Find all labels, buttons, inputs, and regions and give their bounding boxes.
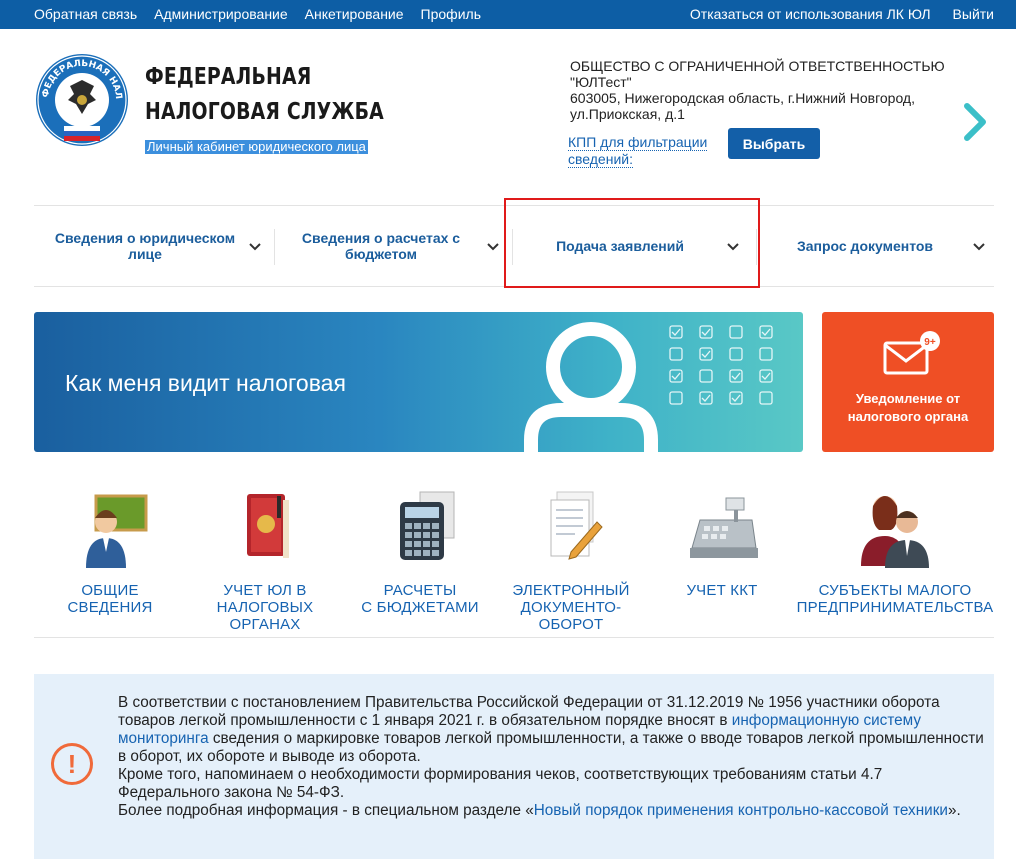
checkmark-graphic [701,350,711,358]
checkbox-graphic [729,347,743,361]
checkbox-graphic [699,325,713,339]
profile-link[interactable]: Профиль [421,6,481,22]
info-paragraph: Более подробная информация - в специальн… [118,802,986,820]
chevron-down-icon [973,243,985,251]
brand-title: ФЕДЕРАЛЬНАЯ НАЛОГОВАЯ СЛУЖБА [145,60,384,130]
fns-emblem-logo[interactable]: ФЕДЕРАЛЬНАЯ НАЛОГОВАЯ СЛУЖБА [34,52,130,148]
tax-notification-tile[interactable]: 9+ Уведомление от налогового органа [822,312,994,452]
nav-item-label: Сведения о юридическом лице [54,230,236,262]
nav-item-budget-settlements[interactable]: Сведения о расчетах с бюджетом [278,207,508,285]
tax-view-banner[interactable]: Как меня видит налоговая [34,312,803,452]
tile-label: СУБЪЕКТЫ МАЛОГО ПРЕДПРИНИМАТЕЛЬСТВА [796,582,994,616]
exclamation-icon: ! [51,743,93,785]
opt-out-link[interactable]: Отказаться от использования ЛК ЮЛ [690,6,931,22]
survey-link[interactable]: Анкетирование [305,6,404,22]
checkbox-graphic [699,347,713,361]
checkmark-graphic [701,328,711,336]
banner-title: Как меня видит налоговая [65,370,346,396]
info-paragraph: Кроме того, напоминаем о необходимости ф… [118,766,883,801]
envelope-icon: 9+ [883,331,940,375]
tiles-divider [34,637,994,638]
document-pen-icon [550,491,603,560]
top-bar: Обратная связь Администрирование Анкетир… [0,0,1016,29]
checkbox-graphic [729,369,743,383]
tile-budget-settlements[interactable]: РАСЧЕТЫ С БЮДЖЕТАМИ [355,488,485,616]
tile-label: ЭЛЕКТРОННЫЙ ДОКУМЕНТО- ОБОРОТ [512,582,630,633]
chevron-down-icon [249,243,261,251]
checkbox-graphic [669,347,683,361]
administration-link[interactable]: Администрирование [154,6,288,22]
brand-line-1: ФЕДЕРАЛЬНАЯ [145,64,312,90]
kpp-filter-link[interactable]: КПП для фильтрации сведений: [568,134,718,168]
red-book-icon [247,494,289,558]
tile-general-info[interactable]: ОБЩИЕ СВЕДЕНИЯ [50,488,170,616]
logout-link[interactable]: Выйти [953,6,994,22]
checkbox-graphic [669,325,683,339]
tile-label: УЧЕТ ККТ [686,582,758,599]
brand-subtitle: Личный кабинет юридического лица [145,139,368,154]
checkmark-graphic [671,328,681,336]
nav-item-label: Запрос документов [796,238,934,254]
business-people-icon [861,496,929,568]
org-line: ул.Приокская, д.1 [570,106,685,122]
checkbox-graphic [759,347,773,361]
info-text-fragment: Более подробная информация - в специальн… [118,802,534,819]
checkbox-graphic [729,391,743,405]
checkbox-graphic [669,369,683,383]
checkbox-graphic [699,391,713,405]
chevron-right-icon[interactable] [960,102,990,142]
tile-label: УЧЕТ ЮЛ В НАЛОГОВЫХ ОРГАНАХ [216,582,314,633]
tile-label: ОБЩИЕ СВЕДЕНИЯ [67,582,153,616]
checkmark-graphic [731,394,741,402]
notification-badge: 9+ [924,337,936,348]
checkbox-graphic [759,369,773,383]
brand-line-2: НАЛОГОВАЯ СЛУЖБА [145,99,384,125]
tile-small-business[interactable]: СУБЪЕКТЫ МАЛОГО ПРЕДПРИНИМАТЕЛЬСТВА [792,488,998,616]
checkmark-graphic [731,372,741,380]
checkmark-graphic [761,328,771,336]
info-text-fragment: ». [947,802,961,819]
checkbox-graphic [759,391,773,405]
organization-info: ОБЩЕСТВО С ОГРАНИЧЕННОЙ ОТВЕТСТВЕННОСТЬЮ… [570,58,955,122]
notification-label: Уведомление от налогового органа [847,391,969,424]
tile-registration[interactable]: УЧЕТ ЮЛ В НАЛОГОВЫХ ОРГАНАХ [200,488,330,633]
org-line: ОБЩЕСТВО С ОГРАНИЧЕННОЙ ОТВЕТСТВЕННОСТЬЮ [570,58,945,74]
checkbox-graphic [669,391,683,405]
checkbox-graphic [759,325,773,339]
checkmark-graphic [701,394,711,402]
info-text: В соответствии с постановлением Правител… [118,694,986,820]
nav-item-label: Сведения о расчетах с бюджетом [301,230,461,262]
top-right-links: Отказаться от использования ЛК ЮЛ Выйти [690,6,994,22]
tile-kkt[interactable]: УЧЕТ ККТ [672,488,772,599]
info-paragraph: В соответствии с постановлением Правител… [118,694,986,766]
org-line: 603005, Нижегородская область, г.Нижний … [570,90,915,106]
teacher-icon [86,494,148,568]
calculator-icon [400,491,455,560]
checkbox-graphic [729,325,743,339]
checkmark-graphic [761,372,771,380]
highlight-frame [504,198,760,288]
nav-separator [274,229,275,265]
chevron-down-icon [487,243,499,251]
kpp-filter-label[interactable]: КПП для фильтрации сведений: [568,134,708,168]
nav-item-legal-entity-info[interactable]: Сведения о юридическом лице [34,207,270,285]
info-text-fragment: сведения о маркировке товаров легкой про… [118,730,984,765]
org-line: "ЮЛТест" [570,74,632,90]
cash-register-icon [690,497,758,558]
checkmark-graphic [671,372,681,380]
checkbox-graphic [699,369,713,383]
tile-label: РАСЧЕТЫ С БЮДЖЕТАМИ [361,582,479,616]
kkt-order-link[interactable]: Новый порядок применения контрольно-касс… [534,802,948,819]
top-links: Обратная связь Администрирование Анкетир… [34,6,481,22]
nav-item-document-request[interactable]: Запрос документов [760,207,994,285]
select-button[interactable]: Выбрать [728,128,820,159]
feedback-link[interactable]: Обратная связь [34,6,137,22]
tile-electronic-docs[interactable]: ЭЛЕКТРОННЫЙ ДОКУМЕНТО- ОБОРОТ [505,488,637,633]
